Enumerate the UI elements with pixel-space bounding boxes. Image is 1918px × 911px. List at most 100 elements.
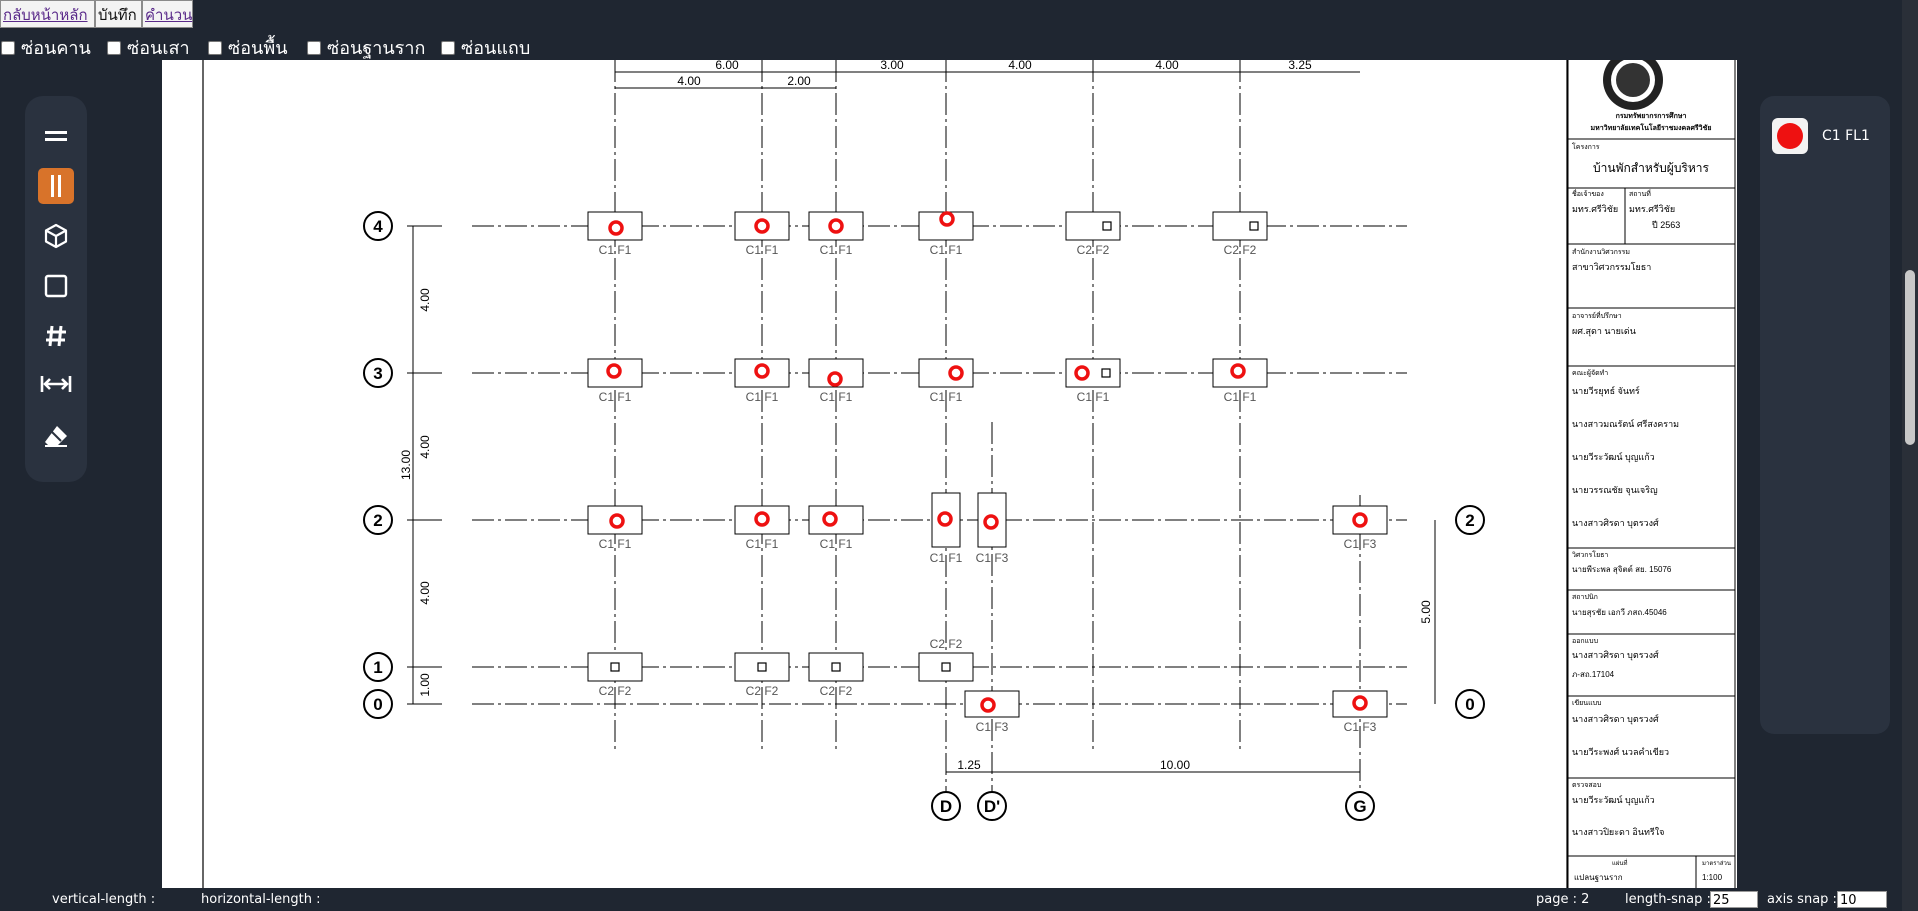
column-type-swatch[interactable]	[1772, 118, 1808, 154]
hide-slabs-label: ซ่อนพื้น	[228, 38, 288, 59]
tool-palette	[25, 96, 87, 482]
column-tool[interactable]	[38, 168, 74, 204]
owner-heading: ชื่อเจ้าของ	[1572, 189, 1604, 198]
footing-tag: C2 F2	[1077, 243, 1110, 257]
footing	[808, 652, 864, 682]
title-block: กรมทรัพยากรการศึกษา มหาวิทยาลัยเทคโนโลยี…	[1567, 60, 1736, 888]
footing-tag: C2 F2	[930, 637, 963, 651]
dim-text: 5.00	[1419, 600, 1433, 624]
calculate-button[interactable]: คำนวน	[142, 0, 193, 28]
status-bar: vertical-length : horizontal-length : pa…	[0, 888, 1918, 911]
footing-tag: C2 F2	[746, 684, 779, 698]
footing-tag: C1 F1	[599, 390, 632, 404]
hide-columns-checkbox[interactable]	[107, 40, 121, 55]
sheet-value: แปลนฐานราก	[1574, 873, 1623, 882]
horizontal-measure-icon	[40, 376, 72, 392]
vertical-length-readout: vertical-length :	[52, 892, 156, 907]
grid-label: D'	[984, 797, 1000, 816]
footing	[931, 492, 961, 548]
left-dimensions: 4.00 4.00 13.00 4.00 1.00	[399, 225, 442, 705]
save-button[interactable]: บันทึก	[95, 0, 142, 28]
hide-columns-option[interactable]: ซ่อนเสา	[107, 33, 190, 62]
architect-heading: สถาปนิก	[1572, 593, 1598, 601]
vertical-bars-icon	[51, 175, 61, 197]
eraser-icon	[45, 426, 67, 447]
supervisor-heading: อาจารย์ที่ปรึกษา	[1572, 311, 1622, 320]
grid-label: 2	[1465, 511, 1474, 530]
hide-footings-label: ซ่อนฐานราก	[327, 38, 426, 59]
red-dot-icon	[1777, 123, 1803, 149]
scrollbar-thumb[interactable]	[1905, 270, 1915, 445]
footing-tag: C2 F2	[599, 684, 632, 698]
grid-label: 0	[373, 695, 382, 714]
footing-tag: C1 F1	[930, 243, 963, 257]
column-type-label: C1 FL1	[1822, 128, 1870, 144]
axis-snap-input[interactable]: 10	[1837, 891, 1887, 908]
team-heading: คณะผู้จัดทำ	[1572, 369, 1608, 377]
hide-beams-checkbox[interactable]	[1, 40, 15, 55]
location-heading: สถานที่	[1629, 189, 1651, 198]
hide-slabs-checkbox[interactable]	[208, 40, 222, 55]
home-button[interactable]: กลับหน้าหลัก	[0, 0, 95, 28]
grid-label: D	[940, 797, 952, 816]
team-member: นายวีระวัฒน์ บุญแก้ว	[1572, 451, 1655, 463]
bottom-dimensions: 1.25 10.00	[946, 758, 1360, 773]
dim-text: 13.00	[399, 450, 413, 480]
footing	[1212, 358, 1268, 388]
dim-text: 2.00	[787, 74, 811, 88]
columns	[610, 221, 1259, 672]
drafter-heading: เขียนแบบ	[1572, 699, 1601, 707]
sheet-heading: แผ่นที่	[1612, 859, 1627, 867]
hide-slabs-option[interactable]: ซ่อนพื้น	[208, 33, 288, 62]
dim-text: 1.25	[957, 758, 981, 772]
scale-value: 1:100	[1702, 873, 1723, 882]
column-type-item[interactable]: C1 FL1	[1772, 118, 1870, 154]
footing-tag: C1 F1	[820, 537, 853, 551]
dim-text: 3.00	[880, 60, 904, 72]
footing-tag: C1 F1	[599, 537, 632, 551]
dim-text: 4.00	[677, 74, 701, 88]
footing	[587, 211, 643, 241]
page-scrollbar[interactable]	[1902, 0, 1918, 911]
team-member: นายวีรยุทธ์ จันทร์	[1572, 385, 1640, 397]
slab-tool[interactable]	[38, 268, 74, 304]
scale-heading: มาตราส่วน	[1702, 860, 1731, 867]
box-tool[interactable]	[38, 218, 74, 254]
drawing-canvas[interactable]: กรมทรัพยากรการศึกษา มหาวิทยาลัยเทคโนโลยี…	[162, 60, 1737, 888]
footing	[1212, 211, 1268, 241]
beam-tool[interactable]	[38, 118, 74, 154]
hide-footings-option[interactable]: ซ่อนฐานราก	[307, 33, 425, 62]
dim-text: 4.00	[418, 435, 432, 459]
axis-snap-label: axis snap :	[1767, 892, 1837, 907]
grid-tool[interactable]	[38, 318, 74, 354]
footing-tag: C1 F1	[820, 243, 853, 257]
hide-strips-checkbox[interactable]	[441, 40, 455, 55]
owner-value: มทร.ศรีวิชัย	[1572, 204, 1618, 214]
hide-strips-label: ซ่อนแถบ	[461, 38, 531, 59]
footing-tag: C1 F1	[746, 537, 779, 551]
checker-value: นายวีระวัฒน์ บุญแก้ว	[1572, 794, 1655, 806]
length-snap-input[interactable]: 25	[1710, 891, 1758, 908]
hide-columns-label: ซ่อนเสา	[127, 38, 190, 59]
dimension-tool[interactable]	[38, 366, 74, 402]
hide-footings-checkbox[interactable]	[307, 40, 321, 55]
firm-value: สาขาวิศวกรรมโยธา	[1572, 262, 1651, 272]
cube-icon	[44, 223, 68, 249]
grid-label: 0	[1465, 695, 1474, 714]
hide-beams-option[interactable]: ซ่อนคาน	[1, 33, 91, 62]
footing	[1065, 211, 1121, 241]
project-name: บ้านพักสำหรับผู้บริหาร	[1593, 161, 1710, 176]
footing	[587, 505, 643, 535]
grid-label: 4	[373, 217, 383, 236]
horizontal-length-readout: horizontal-length :	[201, 892, 321, 907]
designer-id: ภ-สถ.17104	[1572, 670, 1615, 679]
hide-strips-option[interactable]: ซ่อนแถบ	[441, 33, 530, 62]
eraser-tool[interactable]	[38, 418, 74, 454]
grid-label: 2	[373, 511, 382, 530]
project-heading: โครงการ	[1572, 142, 1600, 151]
drafter-value: นางสาวศิรดา บุตรวงศ์	[1572, 713, 1659, 725]
drafter-value: นายวีระพงศ์ นวลคำเขียว	[1572, 746, 1669, 757]
footing	[734, 358, 790, 388]
footing	[977, 492, 1007, 548]
foundation-plan-drawing[interactable]: กรมทรัพยากรการศึกษา มหาวิทยาลัยเทคโนโลยี…	[162, 60, 1737, 888]
